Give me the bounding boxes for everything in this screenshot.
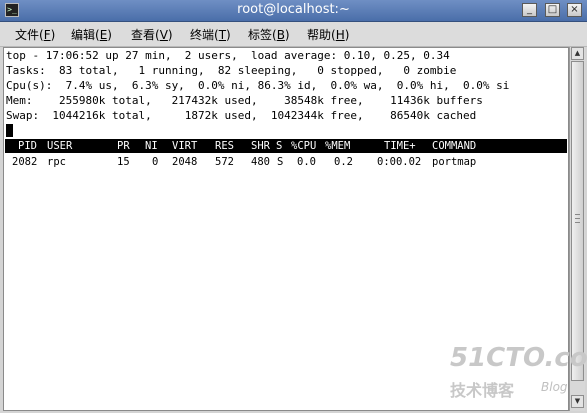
menu-terminal[interactable]: 终端(T) [190,26,231,43]
col-user: USER [47,140,73,152]
cell-shr: 480 [251,156,270,168]
menu-help[interactable]: 帮助(H) [307,26,349,43]
col-ni: NI [145,140,158,152]
mem-line: Mem: 255980k total, 217432k used, 38548k… [6,94,483,107]
uptime-line: top - 17:06:52 up 27 min, 2 users, load … [6,49,450,62]
cell-ni: 0 [152,156,159,168]
grip-line [575,218,580,219]
menu-tabs[interactable]: 标签(B) [248,26,290,43]
watermark-subtitle: 技术博客 [450,381,515,400]
cell-time: 0:00.02 [377,156,422,168]
watermark-site: 51CTO.com [450,343,587,373]
menu-file[interactable]: 文件(F) [15,26,55,43]
cell-virt: 2048 [172,156,198,168]
menu-edit[interactable]: 编辑(E) [71,26,112,43]
scroll-down-arrow-icon[interactable]: ▼ [571,395,584,408]
col-time: TIME+ [384,140,416,152]
tasks-line: Tasks: 83 total, 1 running, 82 sleeping,… [6,64,457,77]
maximize-button[interactable]: □ [545,3,560,17]
col-mem: %MEM [325,140,351,152]
swap-line: Swap: 1044216k total, 1872k used, 104234… [6,109,477,122]
minimize-button[interactable]: _ [522,3,537,17]
menu-bar: 文件(F) 编辑(E) 查看(V) 终端(T) 标签(B) 帮助(H) [0,22,587,47]
watermark-tag: Blog [541,380,568,394]
window-title: root@localhost:~ [237,2,350,17]
cell-command: portmap [432,156,477,168]
cell-user: rpc [47,156,66,168]
cell-mem: 0.2 [334,156,353,168]
col-virt: VIRT [172,140,198,152]
scrollbar-thumb[interactable] [571,61,584,381]
col-command: COMMAND [432,140,477,152]
col-shr: SHR [251,140,270,152]
col-pr: PR [117,140,130,152]
title-bar[interactable]: >_ root@localhost:~ _ □ × [0,0,587,22]
col-cpu: %CPU [291,140,317,152]
cell-pid: 2082 [12,156,38,168]
terminal-cursor [6,124,13,137]
close-button[interactable]: × [567,3,582,17]
menu-view[interactable]: 查看(V) [131,26,173,43]
cell-cpu: 0.0 [297,156,316,168]
cpu-line: Cpu(s): 7.4% us, 6.3% sy, 0.0% ni, 86.3%… [6,79,510,92]
grip-line [575,214,580,215]
cell-res: 572 [215,156,234,168]
cell-state: S [277,156,284,168]
terminal-window: >_ root@localhost:~ _ □ × 文件(F) 编辑(E) 查看… [0,0,587,413]
scroll-up-arrow-icon[interactable]: ▲ [571,47,584,60]
grip-line [575,222,580,223]
col-pid: PID [18,140,37,152]
process-table-header [5,139,567,153]
col-state: S [276,140,283,152]
cell-pr: 15 [117,156,130,168]
col-res: RES [215,140,234,152]
